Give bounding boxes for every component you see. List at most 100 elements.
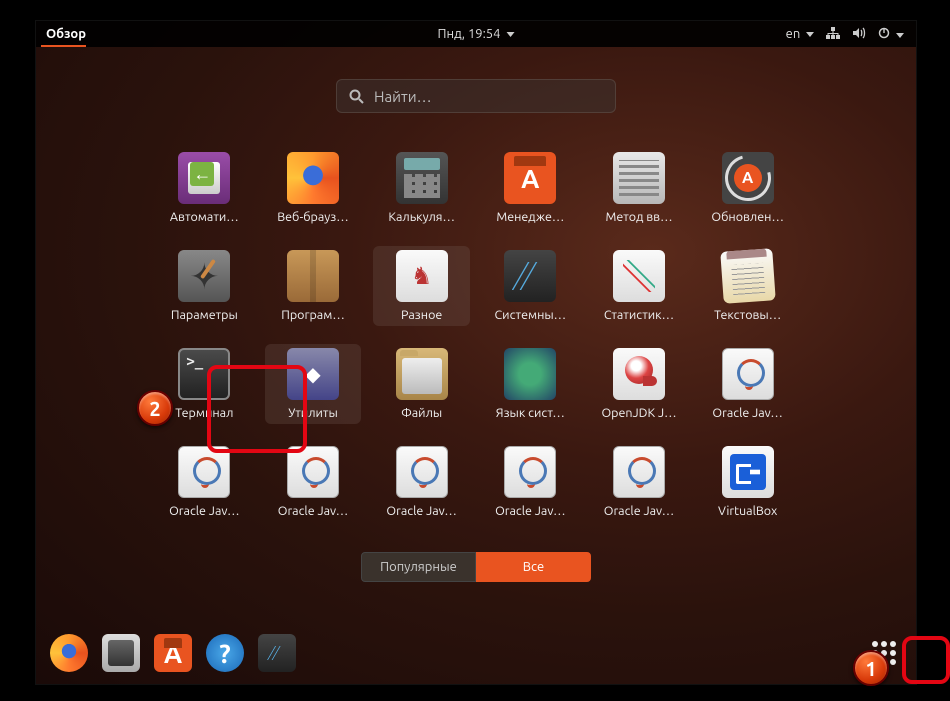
app-openjdk[interactable]: OpenJDK J… [591,344,688,424]
dock-software[interactable] [152,632,194,674]
app-oracle2[interactable]: Oracle Jav… [156,442,253,522]
search-placeholder: Найти… [374,88,432,105]
app-vbox[interactable]: VirtualBox [699,442,796,522]
app-label: Терминал [175,406,233,420]
app-label: Oracle Jav… [278,504,348,518]
clock[interactable]: Пнд, 19:54 [438,27,515,41]
app-grid: Автомати… Веб-брауз… Калькуля… Менедже… Мето… [156,148,796,522]
app-label: Текстовы… [714,308,781,322]
oracle4-icon [396,446,448,498]
oracle5-icon [504,446,556,498]
app-files[interactable]: Файлы [373,344,470,424]
updates-icon [722,152,774,204]
misc-icon [396,250,448,302]
dock-help-icon [206,634,244,672]
app-misc[interactable]: Разное [373,246,470,326]
search-icon [349,89,364,104]
dock-software-icon [154,634,192,672]
app-programs[interactable]: Програм… [265,246,362,326]
firefox-icon [287,152,339,204]
sysmon-icon [504,250,556,302]
oracle2-icon [178,446,230,498]
app-label: Oracle Jav… [604,504,674,518]
dock-files-icon [102,634,140,672]
dock-sysmon[interactable] [256,632,298,674]
network-icon[interactable] [826,27,840,42]
app-label: Утилиты [288,406,338,420]
terminal-icon [178,348,230,400]
volume-icon[interactable] [852,27,866,42]
power-icon[interactable] [878,27,904,42]
app-label: Метод вв… [605,210,672,224]
app-lang[interactable]: Язык сист… [482,344,579,424]
app-label: VirtualBox [718,504,777,518]
dock-firefox[interactable] [48,632,90,674]
app-input[interactable]: Метод вв… [591,148,688,228]
app-label: Обновлен… [711,210,784,224]
vbox-icon [722,446,774,498]
settings-icon [178,250,230,302]
app-calc[interactable]: Калькуля… [373,148,470,228]
app-label: Oracle Jav… [169,504,239,518]
calc-icon [396,152,448,204]
files-icon [396,348,448,400]
app-textedit[interactable]: Текстовы… [699,246,796,326]
app-label: Разное [401,308,442,322]
app-oracle4[interactable]: Oracle Jav… [373,442,470,522]
programs-icon [287,250,339,302]
app-label: Файлы [401,406,442,420]
frequent-tab[interactable]: Популярные [361,552,476,582]
app-auto[interactable]: Автомати… [156,148,253,228]
stats-icon [613,250,665,302]
app-firefox[interactable]: Веб-брауз… [265,148,362,228]
app-label: Oracle Jav… [386,504,456,518]
chevron-down-icon [896,33,904,38]
app-oracle6[interactable]: Oracle Jav… [591,442,688,522]
dock-files[interactable] [100,632,142,674]
app-label: Програм… [281,308,345,322]
dock-sysmon-icon [258,634,296,672]
app-label: Язык сист… [496,406,565,420]
openjdk-icon [613,348,665,400]
callout-highlight-apps [902,636,950,684]
app-stats[interactable]: Статистик… [591,246,688,326]
chevron-down-icon [806,32,814,37]
app-label: Статистик… [604,308,674,322]
app-label: Системны… [495,308,567,322]
lang-indicator[interactable]: en [786,27,815,41]
app-sysmon[interactable]: Системны… [482,246,579,326]
all-tab[interactable]: Все [476,552,591,582]
app-oracle1[interactable]: Oracle Jav… [699,344,796,424]
callout-badge-1: 1 [853,650,889,686]
app-oracle3[interactable]: Oracle Jav… [265,442,362,522]
oracle3-icon [287,446,339,498]
software-icon [504,152,556,204]
app-label: Калькуля… [388,210,455,224]
app-utilities[interactable]: Утилиты [265,344,362,424]
app-label: Oracle Jav… [495,504,565,518]
desktop-overview: Обзор Пнд, 19:54 en Найти… Автомати… Веб-… [35,20,917,685]
activities-button[interactable]: Обзор [36,27,96,41]
utilities-icon [287,348,339,400]
dock [44,628,908,678]
app-updates[interactable]: Обновлен… [699,148,796,228]
input-icon [613,152,665,204]
app-label: Oracle Jav… [712,406,782,420]
app-label: Веб-брауз… [277,210,349,224]
lang-label: en [786,27,801,41]
app-software[interactable]: Менедже… [482,148,579,228]
auto-icon [178,152,230,204]
app-oracle5[interactable]: Oracle Jav… [482,442,579,522]
lang-icon [504,348,556,400]
search-input[interactable]: Найти… [336,79,616,113]
app-label: OpenJDK J… [601,406,676,420]
oracle1-icon [722,348,774,400]
clock-label: Пнд, 19:54 [438,27,501,41]
app-label: Менедже… [496,210,564,224]
dock-help[interactable] [204,632,246,674]
chevron-down-icon [506,32,514,37]
app-label: Параметры [171,308,238,322]
app-label: Автомати… [170,210,239,224]
textedit-icon [720,248,776,304]
app-settings[interactable]: Параметры [156,246,253,326]
